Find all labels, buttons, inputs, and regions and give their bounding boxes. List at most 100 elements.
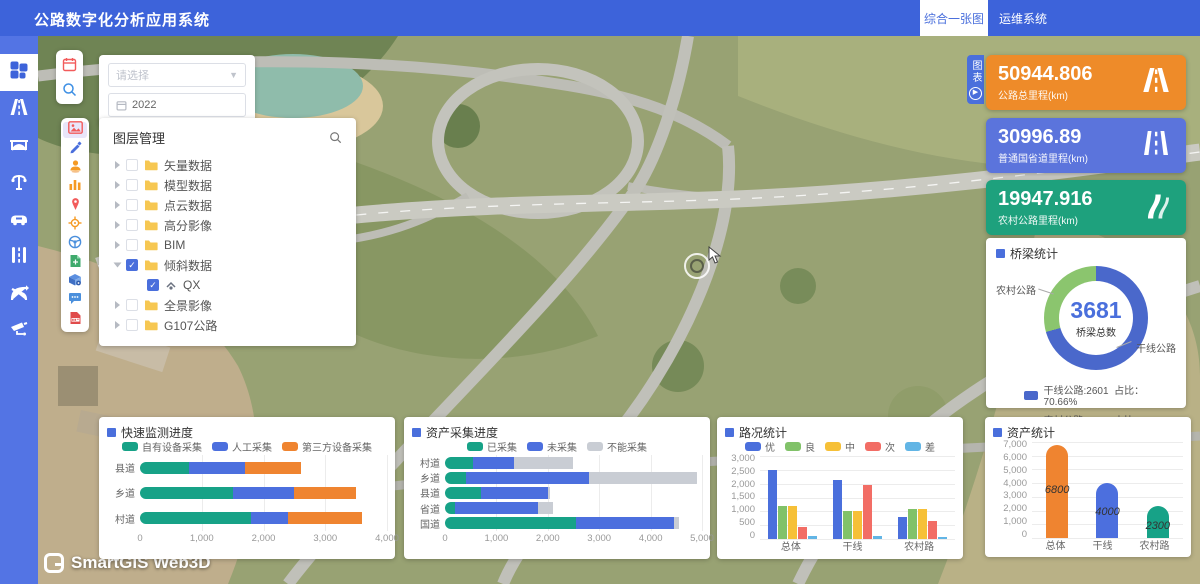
callout-trunk: 干线公路 — [1136, 340, 1176, 355]
legend-item: 第三方设备采集 — [282, 439, 372, 454]
bar-segment — [245, 462, 301, 474]
folder-icon — [144, 219, 158, 231]
tool-pdf[interactable] — [63, 312, 87, 328]
bar-segment — [674, 517, 679, 529]
axis-tick: 1,000 — [993, 519, 1027, 525]
axis-tick: 1,000 — [485, 533, 509, 544]
bar — [808, 536, 817, 539]
year-picker[interactable]: 2022 — [108, 93, 246, 117]
layer-checkbox[interactable]: ✓ — [147, 279, 159, 291]
layer-checkbox[interactable] — [126, 159, 138, 171]
sidebar-item-interchange[interactable] — [0, 276, 38, 313]
bar-segment — [445, 472, 466, 484]
bar-segment — [189, 462, 245, 474]
layer-node[interactable]: ✓ 倾斜数据 — [113, 255, 342, 275]
stat-label: 公路总里程(km) — [998, 87, 1093, 102]
bar-segment — [455, 502, 537, 514]
tool-pen[interactable] — [63, 141, 87, 157]
axis-tick: 0 — [137, 533, 142, 544]
category-label: 总体 — [781, 538, 801, 553]
sidebar-item-car[interactable] — [0, 202, 38, 239]
layer-node[interactable]: 模型数据 — [113, 175, 342, 195]
smartgis-logo-icon — [44, 553, 64, 573]
stacked-bar — [140, 462, 387, 474]
tool-box-gear[interactable] — [63, 274, 87, 290]
layer-node[interactable]: BIM — [113, 235, 342, 255]
expand-caret[interactable] — [115, 321, 120, 329]
bar — [833, 480, 842, 539]
stacked-bar — [445, 487, 702, 499]
layer-node-child[interactable]: ✓ QX — [113, 275, 342, 295]
expand-caret[interactable] — [115, 161, 120, 169]
bar — [918, 509, 927, 539]
layer-checkbox[interactable] — [126, 299, 138, 311]
sidebar-item-dashboard[interactable] — [0, 54, 38, 91]
category-label: 农村路 — [1140, 537, 1170, 552]
chart-tab-label: 图表 — [968, 60, 983, 84]
expand-caret[interactable] — [115, 181, 120, 189]
layer-checkbox[interactable]: ✓ — [126, 259, 138, 271]
layer-node[interactable]: 高分影像 — [113, 215, 342, 235]
layer-node[interactable]: G107公路 — [113, 315, 342, 335]
sidebar-item-road-lanes[interactable] — [0, 239, 38, 276]
axis-tick: 2,500 — [725, 469, 755, 475]
axis-tick: 5,000 — [993, 468, 1027, 474]
tool-comment[interactable] — [63, 293, 87, 309]
search-icon[interactable] — [329, 131, 342, 144]
category-label: 干线 — [1093, 537, 1113, 552]
tool-steering-wheel[interactable] — [63, 236, 87, 252]
layer-checkbox[interactable] — [126, 219, 138, 231]
expand-caret[interactable] — [115, 241, 120, 249]
card-title-icon — [107, 428, 116, 437]
layer-node[interactable]: 全景影像 — [113, 295, 342, 315]
calendar-icon[interactable] — [62, 57, 77, 72]
layer-checkbox[interactable] — [126, 319, 138, 331]
tool-map-pin[interactable] — [63, 198, 87, 214]
tool-image[interactable] — [63, 122, 87, 138]
tool-target[interactable] — [63, 217, 87, 233]
national-road-icon — [1138, 128, 1174, 163]
expand-caret[interactable] — [115, 221, 120, 229]
axis-tick: 3,000 — [725, 456, 755, 462]
map-navigation-ring[interactable] — [684, 253, 710, 279]
layer-checkbox[interactable] — [126, 199, 138, 211]
axis-tick: 7,000 — [993, 442, 1027, 448]
tool-person-pin[interactable] — [63, 160, 87, 176]
folder-icon — [144, 299, 158, 311]
expand-caret[interactable] — [115, 201, 120, 209]
sidebar-item-cctv-camera[interactable] — [0, 313, 38, 350]
axis-tick: 0 — [993, 532, 1027, 538]
search-icon[interactable] — [62, 82, 77, 97]
bar-value-label: 4000 — [1095, 506, 1119, 518]
axis-tick: 0 — [725, 533, 755, 539]
tool-document-add[interactable] — [63, 255, 87, 271]
layer-checkbox[interactable] — [126, 179, 138, 191]
steering-wheel-icon — [68, 235, 82, 254]
tool-bar-chart[interactable] — [63, 179, 87, 195]
layer-node[interactable]: 矢量数据 — [113, 155, 342, 175]
app-title: 公路数字化分析应用系统 — [34, 9, 210, 30]
chart-panel-toggle[interactable]: 图表 ▶ — [967, 55, 984, 104]
stacked-bar — [140, 512, 387, 524]
sidebar-item-streetlight[interactable] — [0, 165, 38, 202]
sidebar-item-bridge[interactable] — [0, 128, 38, 165]
map-pin-icon — [69, 197, 82, 216]
bar — [853, 511, 862, 539]
tab-ops-system[interactable]: 运维系统 — [995, 0, 1051, 36]
expand-caret[interactable] — [114, 263, 122, 268]
sidebar-item-highway[interactable] — [0, 91, 38, 128]
axis-tick: 3,000 — [993, 493, 1027, 499]
car-icon — [9, 208, 29, 233]
layer-node[interactable]: 点云数据 — [113, 195, 342, 215]
region-select[interactable]: 请选择 ▼ — [108, 63, 246, 87]
layer-checkbox[interactable] — [126, 239, 138, 251]
mouse-cursor — [708, 246, 722, 264]
layer-label: 倾斜数据 — [164, 257, 212, 274]
layer-label: BIM — [164, 238, 185, 252]
highway-icon — [9, 97, 29, 122]
road-condition-chart-card: 路况统计 优良中次差 3,0002,5002,0001,5001,0005000… — [717, 417, 963, 559]
tab-comprehensive-map[interactable]: 综合一张图 — [920, 0, 988, 36]
expand-caret[interactable] — [115, 301, 120, 309]
legend-item: 中 — [825, 439, 855, 454]
stat-card-rural-roads: 19947.916 农村公路里程(km) — [986, 180, 1186, 235]
